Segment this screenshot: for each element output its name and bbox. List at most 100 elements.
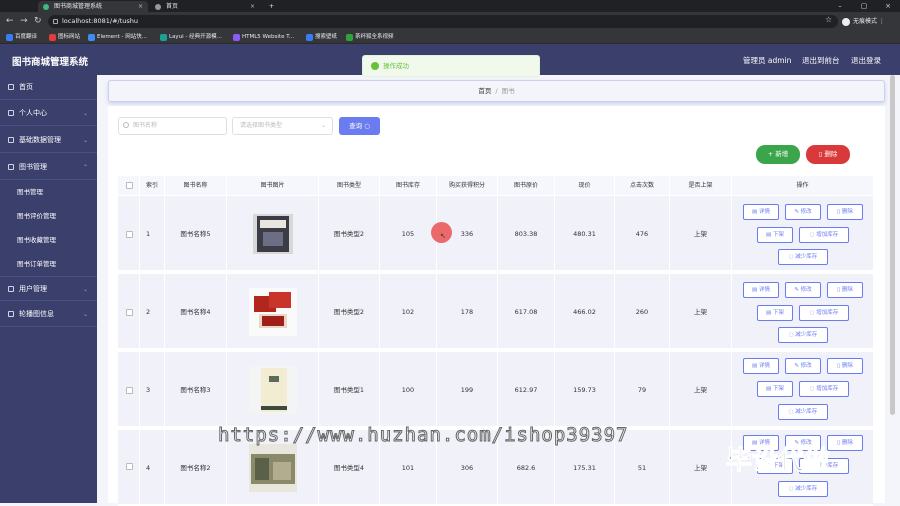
sidebar-item-label: 基础数据管理 [19, 136, 61, 144]
add-button[interactable]: + 新增 [756, 145, 800, 164]
column-header: 图书类型 [319, 176, 380, 195]
bookmark-item[interactable]: 百度翻译 [6, 33, 37, 42]
op-label: 增加库存 [816, 232, 839, 238]
delete-button-label: 删除 [824, 150, 838, 158]
take-down-button[interactable]: ▤ 下架 [757, 305, 793, 321]
chevron-down-icon: ⌄ [82, 311, 88, 318]
close-window-icon[interactable]: × [876, 0, 900, 12]
book-cover-image [253, 214, 293, 254]
logout-link[interactable]: 退出登录 [851, 55, 881, 66]
cell-price: 480.31 [555, 196, 615, 272]
tab-home[interactable]: 首页 × [150, 1, 260, 12]
edit-button[interactable]: ✎ 修改 [785, 282, 821, 298]
reduce-stock-button[interactable]: ◌ 减少库存 [778, 327, 828, 343]
breadcrumb: 首页 / 图书 [108, 80, 885, 102]
delete-button[interactable]: ▯ 删除 [827, 435, 863, 451]
sidebar-sub-label: 图书管理 [17, 188, 43, 196]
add-stock-button[interactable]: ◌ 增加库存 [799, 227, 849, 243]
edit-button[interactable]: ✎ 修改 [785, 204, 821, 220]
home-icon [8, 84, 14, 90]
bookmark-label: HTML5 Website T... [242, 34, 295, 40]
breadcrumb-home[interactable]: 首页 [478, 87, 491, 95]
row-checkbox[interactable] [126, 231, 133, 238]
maximize-icon[interactable]: ▢ [852, 0, 876, 12]
bookmark-star-icon[interactable]: ☆ [825, 15, 832, 24]
row-checkbox[interactable] [126, 387, 133, 394]
edit-button[interactable]: ✎ 修改 [785, 358, 821, 374]
chevron-down-icon: ⌄ [82, 286, 88, 293]
book-cover-image [249, 444, 297, 492]
incognito-profile[interactable]: 无痕模式 ⋮ [842, 15, 885, 28]
sidebar-item-users[interactable]: 用户管理 ⌄ [0, 276, 97, 301]
delete-button[interactable]: ▯ 删除 [827, 282, 863, 298]
sidebar-item-home[interactable]: 首页 [0, 75, 97, 100]
reduce-stock-button[interactable]: ◌ 减少库存 [778, 481, 828, 497]
back-icon[interactable]: ← [6, 15, 14, 27]
reduce-stock-button[interactable]: ◌ 减少库存 [778, 249, 828, 265]
frontend-link[interactable]: 退出到前台 [802, 55, 840, 66]
column-header: 是否上架 [670, 176, 732, 195]
add-stock-button[interactable]: ◌ 增加库存 [799, 305, 849, 321]
bookmark-item[interactable]: 搜索壁纸 [306, 33, 337, 42]
book-type-select[interactable]: 请选择图书类型 ⌄ [232, 117, 333, 135]
scrollbar[interactable] [890, 75, 896, 503]
book-cover-image [249, 288, 297, 336]
bookmark-item[interactable]: 茶杯狐全系视频 [346, 33, 394, 42]
sidebar-sub-label: 图书收藏管理 [17, 236, 56, 244]
address-bar[interactable]: localhost:8081/#/tushu [48, 15, 838, 28]
search-button[interactable]: 查询 ○ [339, 117, 380, 135]
sidebar-item-profile[interactable]: 个人中心 ⌄ [0, 101, 97, 126]
cell-status: 上架 [670, 274, 732, 350]
bookmark-item[interactable]: HTML5 Website T... [233, 33, 294, 42]
sidebar-sub-book-favorite[interactable]: 图书收藏管理 [0, 228, 97, 252]
book-name-search-input[interactable]: 图书名称 [118, 117, 227, 135]
take-down-button[interactable]: ▤ 下架 [757, 381, 793, 397]
reload-icon[interactable]: ↻ [34, 15, 42, 27]
sidebar-item-label: 个人中心 [19, 109, 47, 117]
sidebar-sub-book-order[interactable]: 图书订单管理 [0, 252, 97, 276]
row-select [118, 274, 140, 350]
cell-clicks: 79 [615, 352, 670, 428]
reduce-stock-button[interactable]: ◌ 减少库存 [778, 404, 828, 420]
new-tab-button[interactable]: + [266, 1, 280, 12]
cell-type: 图书类型2 [319, 274, 380, 350]
add-stock-button[interactable]: ◌ 增加库存 [799, 381, 849, 397]
cell-name: 图书名称4 [165, 274, 227, 350]
op-label: 减少库存 [795, 332, 818, 338]
table-header: 索引 图书名称 图书图片 图书类型 图书库存 购买获得积分 图书原价 现价 点击… [118, 176, 873, 195]
bookmark-item[interactable]: Layui - 经典开源模... [160, 33, 222, 42]
sidebar-item-carousel[interactable]: 轮播图信息 ⌄ [0, 302, 97, 327]
tab-app[interactable]: 图书商城管理系统 × [38, 1, 148, 12]
sidebar-item-label: 首页 [19, 83, 33, 91]
detail-button[interactable]: ▤ 详情 [743, 204, 779, 220]
bulk-delete-button[interactable]: ▯ 删除 [806, 145, 850, 164]
bookmark-item[interactable]: Element - 网站快... [88, 33, 147, 42]
search-icon: ○ [364, 122, 370, 130]
sidebar-sub-book-manage[interactable]: 图书管理 [0, 180, 97, 204]
close-icon[interactable]: × [138, 1, 143, 12]
row-checkbox[interactable] [126, 463, 133, 470]
sidebar-item-base-data[interactable]: 基础数据管理 ⌄ [0, 128, 97, 153]
take-down-button[interactable]: ▤ 下架 [757, 227, 793, 243]
sidebar-item-books[interactable]: 图书管理 ⌃ [0, 155, 97, 180]
sidebar-sub-book-review[interactable]: 图书评价管理 [0, 204, 97, 228]
op-label: 修改 [800, 363, 812, 369]
cell-actions: ▤ 详情 ✎ 修改 ▯ 删除 ▤ 下架 ◌ 增加库存 ◌ 减少库存 [732, 352, 873, 428]
admin-label: 管理员 admin [743, 56, 792, 65]
bookmark-icon [346, 34, 353, 41]
minimize-icon[interactable]: – [828, 0, 852, 12]
bookmark-icon [160, 34, 167, 41]
scrollbar-thumb[interactable] [890, 75, 895, 415]
bookmark-icon [6, 34, 13, 41]
row-checkbox[interactable] [126, 309, 133, 316]
forward-icon[interactable]: → [20, 15, 28, 27]
detail-button[interactable]: ▤ 详情 [743, 358, 779, 374]
bookmark-item[interactable]: 图标网站 [49, 33, 80, 42]
address-text: localhost:8081/#/tushu [62, 17, 139, 25]
op-label: 增加库存 [816, 310, 839, 316]
select-all-checkbox[interactable] [126, 182, 133, 189]
detail-button[interactable]: ▤ 详情 [743, 282, 779, 298]
delete-button[interactable]: ▯ 删除 [827, 358, 863, 374]
delete-button[interactable]: ▯ 删除 [827, 204, 863, 220]
close-icon[interactable]: × [250, 1, 255, 12]
